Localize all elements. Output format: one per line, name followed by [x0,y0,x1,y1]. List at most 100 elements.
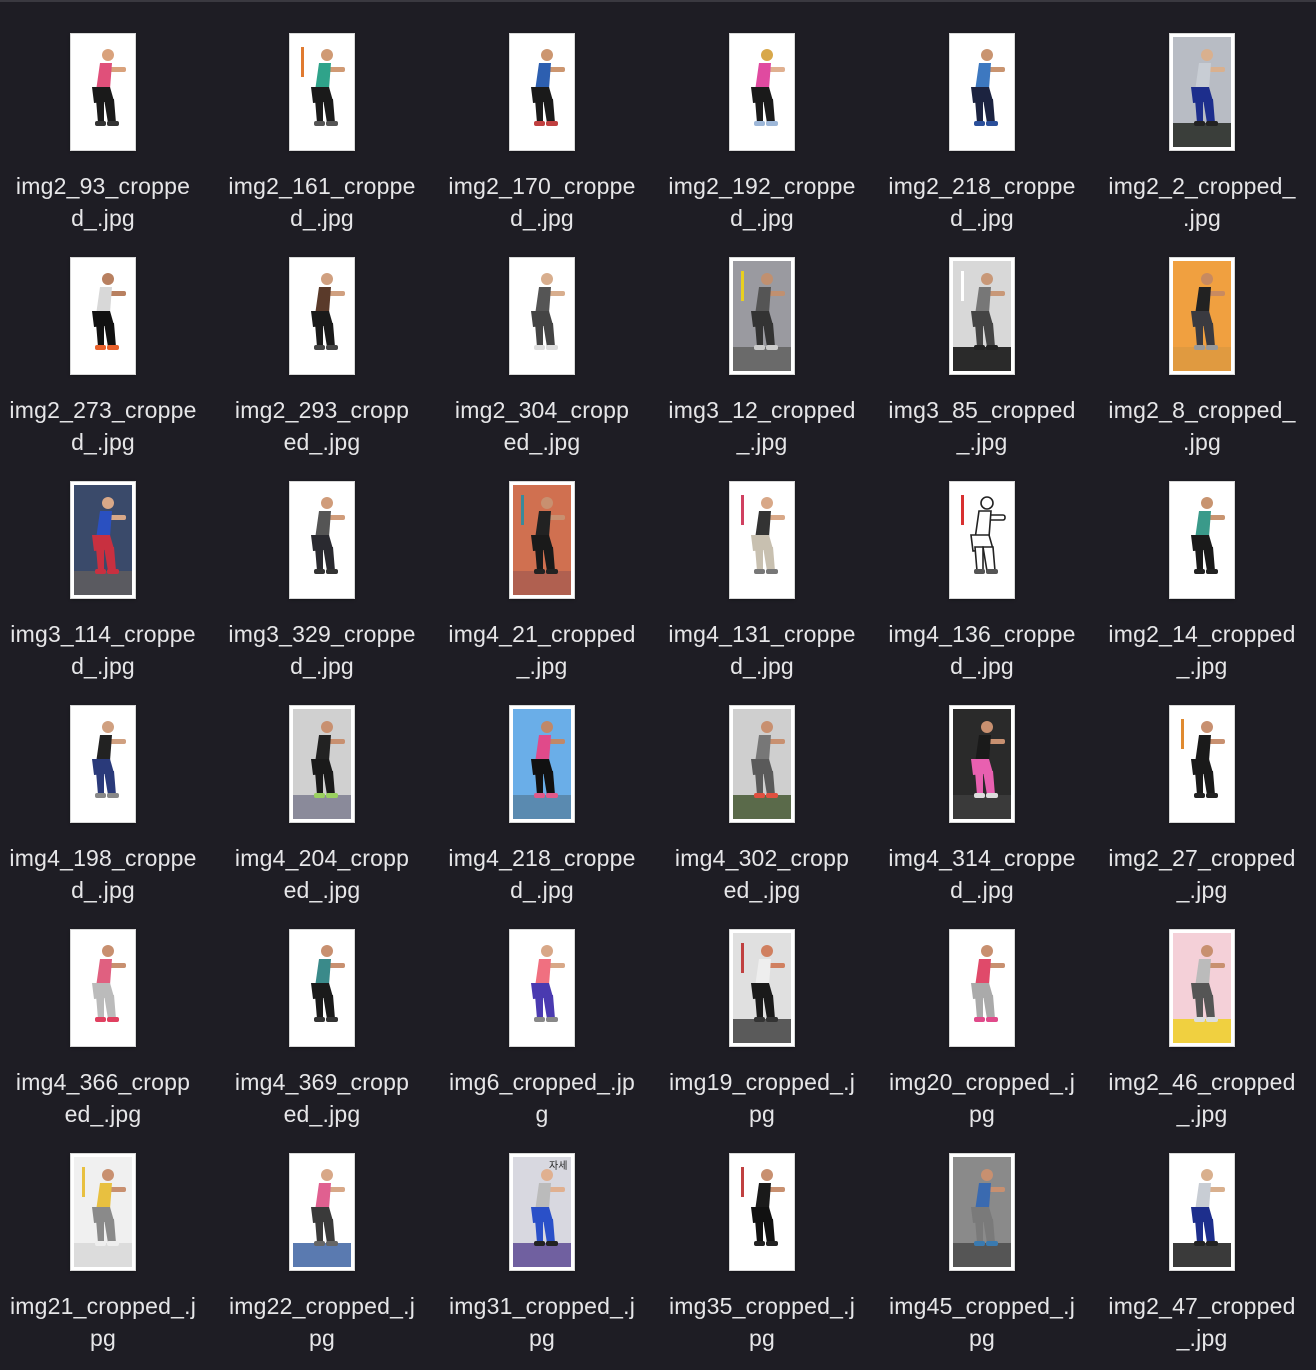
file-thumbnail[interactable] [510,258,574,374]
file-thumbnail[interactable] [71,258,135,374]
file-name-line-1: img4_369_cropp [234,1069,410,1095]
file-item[interactable]: img2_47_cropped _.jpg [1092,1120,1312,1351]
file-name[interactable]: img45_cropped_.jpg [872,1290,1092,1354]
file-thumbnail[interactable] [510,706,574,822]
file-name-line-1: img4_218_croppe [448,845,636,871]
file-thumbnail[interactable]: 자세 [510,1154,574,1270]
file-thumbnail[interactable] [1170,34,1234,150]
file-name-line-1: img2_293_cropp [234,397,410,423]
file-name-line-2: pg [969,1325,995,1351]
file-item[interactable]: img6_cropped_.jp g [432,896,652,1127]
file-item[interactable]: img20_cropped_.j pg [872,896,1092,1127]
file-thumbnail[interactable] [510,930,574,1046]
file-thumbnail[interactable] [71,1154,135,1270]
file-item[interactable]: img2_170_croppe d_.jpg [432,0,652,231]
file-item[interactable]: img2_293_cropp ed_.jpg [212,224,432,455]
file-thumbnail[interactable] [1170,706,1234,822]
file-name-line-2: pg [749,1325,775,1351]
file-name[interactable]: img22_cropped_.j pg [212,1290,432,1354]
file-thumbnail[interactable] [290,706,354,822]
file-name-line-2: pg [529,1325,555,1351]
file-name-line-1: img45_cropped_.j [888,1293,1076,1319]
file-thumbnail[interactable] [290,258,354,374]
file-thumbnail[interactable] [730,34,794,150]
file-name-line-2: _.jpg [1176,1325,1228,1351]
file-thumbnail[interactable] [730,1154,794,1270]
file-item[interactable]: img3_12_cropped _.jpg [652,224,872,455]
file-name-line-1: img2_273_croppe [9,397,197,423]
file-thumbnail[interactable] [730,930,794,1046]
file-thumbnail[interactable] [950,34,1014,150]
file-name[interactable]: img31_cropped_.jpg [432,1290,652,1354]
file-thumbnail[interactable] [290,930,354,1046]
file-thumbnail[interactable] [510,482,574,598]
file-item[interactable]: img4_131_croppe d_.jpg [652,448,872,679]
file-name-line-1: img2_304_cropp [454,397,630,423]
file-thumbnail[interactable] [510,34,574,150]
file-thumbnail[interactable] [1170,482,1234,598]
file-name[interactable]: img35_cropped_.j pg [652,1290,872,1354]
file-item[interactable]: img2_93_croppe d_.jpg [0,0,213,231]
file-thumbnail[interactable] [1170,258,1234,374]
file-thumbnail[interactable] [71,930,135,1046]
file-item[interactable]: img2_27_cropped _.jpg [1092,672,1312,903]
file-item[interactable]: img3_85_cropped _.jpg [872,224,1092,455]
file-name-line-1: img4_302_cropp [674,845,850,871]
file-item[interactable]: img3_329_croppe d_.jpg [212,448,432,679]
file-item[interactable]: img2_2_cropped_ .jpg [1092,0,1312,231]
file-item[interactable]: img4_136_croppe d_.jpg [872,448,1092,679]
file-thumbnail[interactable] [71,34,135,150]
file-item[interactable]: img2_8_cropped_ .jpg [1092,224,1312,455]
file-item[interactable]: img19_cropped_.j pg [652,896,872,1127]
file-item[interactable]: img4_314_croppe d_.jpg [872,672,1092,903]
file-name-line-1: img2_192_croppe [668,173,856,199]
file-thumbnail[interactable] [950,1154,1014,1270]
file-item[interactable]: 자세 img31_cropped_.jpg [432,1120,652,1351]
file-thumbnail[interactable] [290,1154,354,1270]
file-name[interactable]: img2_47_cropped _.jpg [1092,1290,1312,1354]
file-thumbnail[interactable] [950,482,1014,598]
file-item[interactable]: img2_304_cropp ed_.jpg [432,224,652,455]
file-name-line-1: img2_46_cropped [1108,1069,1296,1095]
file-item[interactable]: img2_273_croppe d_.jpg [0,224,213,455]
file-item[interactable]: img2_161_croppe d_.jpg [212,0,432,231]
file-thumbnail[interactable] [290,482,354,598]
file-item[interactable]: img4_198_croppe d_.jpg [0,672,213,903]
file-item[interactable]: img2_218_croppe d_.jpg [872,0,1092,231]
file-name-line-2: pg [90,1325,116,1351]
file-thumbnail[interactable] [71,482,135,598]
file-item[interactable]: img22_cropped_.j pg [212,1120,432,1351]
file-thumbnail[interactable] [71,706,135,822]
file-name-line-2: pg [309,1325,335,1351]
file-name-line-1: img4_198_croppe [9,845,197,871]
file-thumbnail[interactable] [290,34,354,150]
file-item[interactable]: img4_21_cropped _.jpg [432,448,652,679]
file-thumbnail[interactable] [950,706,1014,822]
file-thumbnail[interactable] [730,482,794,598]
file-item[interactable]: img4_369_cropp ed_.jpg [212,896,432,1127]
file-name-line-1: img2_14_cropped [1108,621,1296,647]
file-name-line-1: img2_8_cropped_ [1108,397,1296,423]
file-name-line-1: img19_cropped_.j [668,1069,856,1095]
file-item[interactable]: img21_cropped_.j pg [0,1120,213,1351]
file-name-line-1: img31_cropped_.j [448,1293,636,1319]
file-item[interactable]: img45_cropped_.jpg [872,1120,1092,1351]
file-thumbnail[interactable] [1170,930,1234,1046]
file-item[interactable]: img4_218_croppe d_.jpg [432,672,652,903]
file-item[interactable]: img4_366_cropp ed_.jpg [0,896,213,1127]
file-item[interactable]: img35_cropped_.j pg [652,1120,872,1351]
file-thumbnail[interactable] [950,930,1014,1046]
file-thumbnail[interactable] [1170,1154,1234,1270]
file-name-line-1: img2_161_croppe [228,173,416,199]
file-item[interactable]: img2_46_cropped _.jpg [1092,896,1312,1127]
file-item[interactable]: img4_302_cropp ed_.jpg [652,672,872,903]
file-item[interactable]: img2_14_cropped _.jpg [1092,448,1312,679]
file-thumbnail[interactable] [950,258,1014,374]
svg-text:자세: 자세 [549,1160,567,1172]
file-item[interactable]: img3_114_croppe d_.jpg [0,448,213,679]
file-thumbnail[interactable] [730,258,794,374]
file-thumbnail[interactable] [730,706,794,822]
file-item[interactable]: img2_192_croppe d_.jpg [652,0,872,231]
file-name[interactable]: img21_cropped_.j pg [0,1290,213,1354]
file-item[interactable]: img4_204_cropp ed_.jpg [212,672,432,903]
